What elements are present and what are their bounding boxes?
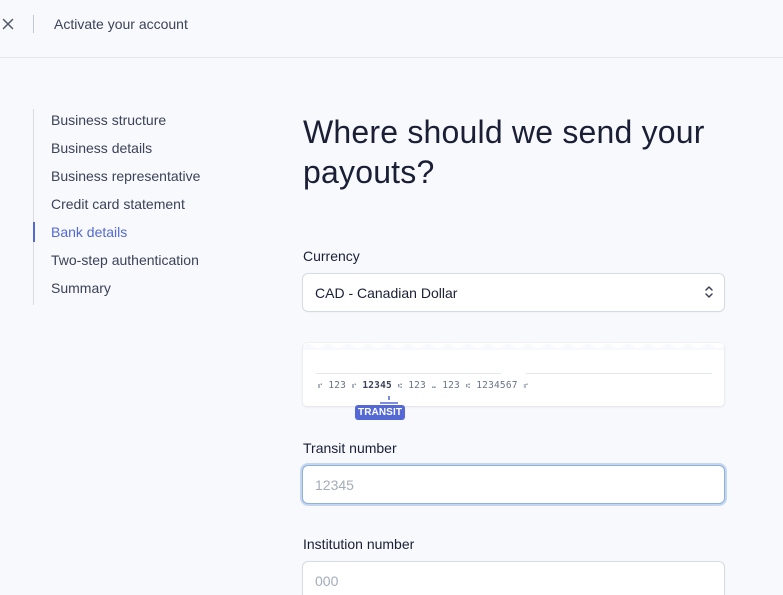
micr-segment: 123 bbox=[442, 380, 460, 391]
cheque-torn-edge bbox=[303, 344, 724, 350]
cheque-line-left bbox=[316, 373, 501, 374]
close-button[interactable] bbox=[0, 14, 18, 34]
transit-number-label: Transit number bbox=[303, 440, 397, 456]
institution-number-label: Institution number bbox=[303, 536, 415, 552]
topbar-divider bbox=[33, 15, 34, 33]
micr-cheque-number: 123 bbox=[328, 380, 347, 391]
step-label: Credit card statement bbox=[51, 196, 185, 212]
close-icon bbox=[2, 18, 14, 30]
step-label: Two-step authentication bbox=[51, 252, 199, 268]
step-label: Summary bbox=[51, 280, 111, 296]
top-bar: Activate your account bbox=[0, 0, 783, 58]
cheque-line-right bbox=[526, 373, 712, 374]
micr-line: ⑈ 123 ⑈ 12345 ⑆ 123 ⑉ 123 ⑆ 1234567 ⑈ bbox=[318, 380, 528, 391]
currency-select[interactable]: CAD - Canadian Dollar bbox=[303, 274, 724, 311]
step-business-details[interactable]: Business details bbox=[34, 137, 263, 165]
transit-badge: TRANSIT bbox=[355, 405, 406, 420]
cheque-illustration: ⑈ 123 ⑈ 12345 ⑆ 123 ⑉ 123 ⑆ 1234567 ⑈ bbox=[303, 343, 724, 406]
micr-institution: 123 bbox=[408, 380, 426, 391]
step-summary[interactable]: Summary bbox=[34, 277, 263, 305]
currency-selected-value: CAD - Canadian Dollar bbox=[315, 284, 458, 301]
micr-account: 1234567 bbox=[476, 380, 518, 391]
institution-number-input[interactable] bbox=[303, 562, 724, 595]
step-business-structure[interactable]: Business structure bbox=[34, 109, 263, 137]
transit-number-input[interactable] bbox=[303, 466, 724, 503]
step-label: Bank details bbox=[51, 224, 128, 240]
step-business-representative[interactable]: Business representative bbox=[34, 165, 263, 193]
step-label: Business representative bbox=[51, 168, 201, 184]
step-label: Business structure bbox=[51, 112, 167, 128]
micr-transit: 12345 bbox=[362, 380, 392, 391]
step-navigation: Business structure Business details Busi… bbox=[33, 109, 263, 305]
step-credit-card-statement[interactable]: Credit card statement bbox=[34, 193, 263, 221]
page-title: Activate your account bbox=[54, 16, 188, 32]
chevron-up-down-icon bbox=[705, 286, 713, 298]
transit-bracket bbox=[380, 396, 398, 404]
step-bank-details[interactable]: Bank details bbox=[33, 221, 263, 249]
step-label: Business details bbox=[51, 140, 153, 156]
currency-label: Currency bbox=[303, 248, 360, 264]
section-heading: Where should we send your payouts? bbox=[303, 114, 705, 190]
step-two-step-authentication[interactable]: Two-step authentication bbox=[34, 249, 263, 277]
